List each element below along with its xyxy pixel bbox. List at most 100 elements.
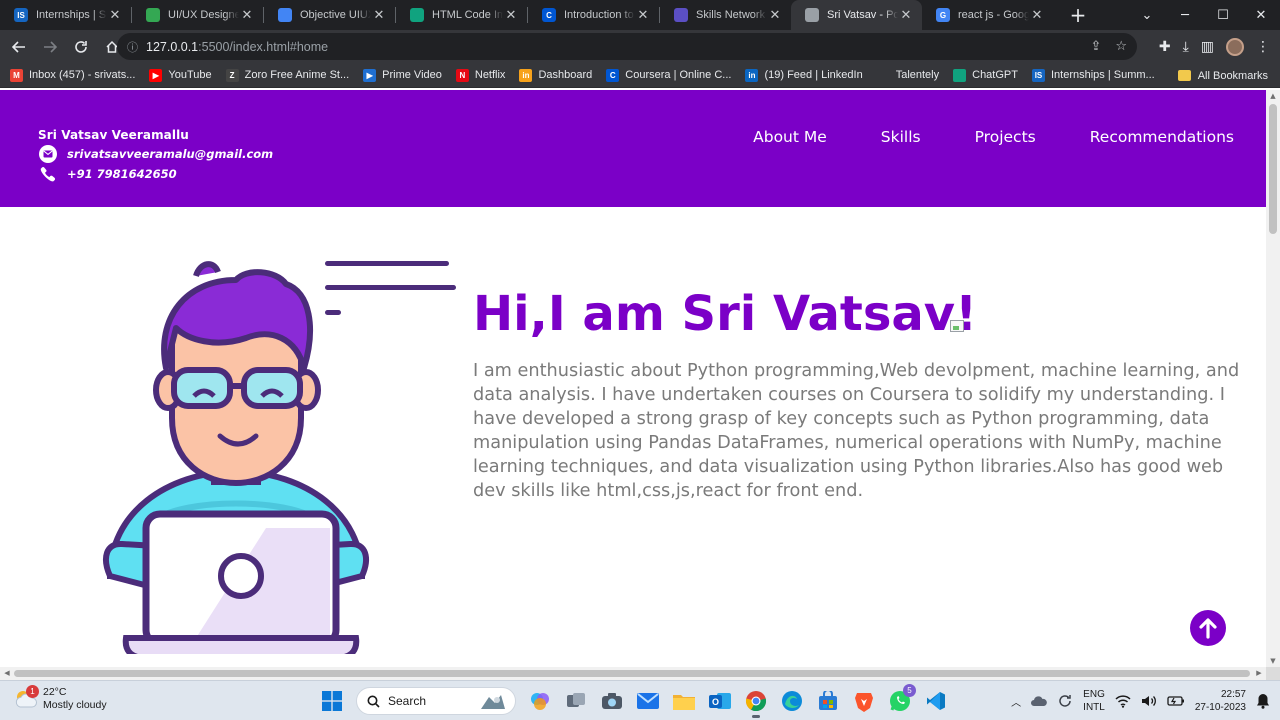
- windows-start-icon[interactable]: [318, 687, 346, 715]
- bookmark-label: Internships | Summ...: [1050, 69, 1155, 81]
- tab-close-icon[interactable]: ✕: [898, 7, 914, 23]
- weather-desc: Mostly cloudy: [43, 699, 107, 711]
- edge-icon[interactable]: [778, 687, 806, 715]
- bookmark-item[interactable]: Talentely: [876, 68, 939, 82]
- extensions-icon[interactable]: ✚: [1159, 39, 1171, 55]
- tab-search-icon[interactable]: ⌄: [1128, 0, 1166, 30]
- forward-button[interactable]: [37, 34, 63, 60]
- outlook-icon[interactable]: O: [706, 687, 734, 715]
- scroll-up-arrow[interactable]: ▲: [1266, 90, 1280, 102]
- tab-close-icon[interactable]: ✕: [767, 7, 783, 23]
- browser-tab[interactable]: Skills Network Ed✕: [660, 0, 791, 30]
- whatsapp-badge: 5: [903, 684, 916, 697]
- whatsapp-icon[interactable]: 5: [886, 684, 916, 715]
- browser-tab[interactable]: IS Internships | Sum✕: [0, 0, 131, 30]
- phone-number[interactable]: +91 7981642650: [67, 167, 177, 181]
- nav-skills[interactable]: Skills: [881, 128, 921, 146]
- url-host: 127.0.0.1: [146, 39, 199, 54]
- task-view-icon[interactable]: [562, 687, 590, 715]
- onedrive-cloud-icon[interactable]: [1031, 696, 1048, 706]
- email-link[interactable]: srivatsavveeramalu@gmail.com: [67, 147, 273, 161]
- windows-taskbar: 1 22°C Mostly cloudy Search O 5 ︿ ENG IN…: [0, 680, 1280, 720]
- copilot-icon[interactable]: [526, 687, 554, 715]
- browser-tab[interactable]: UI/UX Designer T✕: [132, 0, 263, 30]
- sync-icon[interactable]: [1057, 693, 1073, 709]
- profile-avatar[interactable]: [1226, 37, 1244, 56]
- hero-title: Hi,I am Sri Vatsav!: [473, 286, 977, 342]
- site-info-icon[interactable]: ⓘ: [127, 39, 138, 55]
- scroll-right-arrow[interactable]: ▶: [1252, 667, 1266, 680]
- search-icon: [367, 695, 380, 708]
- tab-close-icon[interactable]: ✕: [503, 7, 519, 23]
- bookmark-item[interactable]: M Inbox (457) - srivats...: [10, 68, 135, 82]
- scroll-down-arrow[interactable]: ▼: [1266, 655, 1280, 667]
- window-controls: ⌄ ─ ☐ ✕: [1128, 0, 1280, 30]
- system-clock[interactable]: 22:57 27-10-2023: [1195, 688, 1246, 714]
- browser-tab[interactable]: HTML Code Imp✕: [396, 0, 527, 30]
- horizontal-scrollbar[interactable]: ◀ ▶: [0, 667, 1266, 680]
- bookmark-item[interactable]: Z Zoro Free Anime St...: [225, 68, 349, 82]
- bookmark-star-icon[interactable]: ☆: [1115, 39, 1127, 54]
- scroll-to-top-button[interactable]: [1190, 610, 1226, 646]
- wifi-icon[interactable]: [1115, 694, 1131, 708]
- mail-app-icon[interactable]: [634, 687, 662, 715]
- tab-close-icon[interactable]: ✕: [1029, 7, 1045, 23]
- share-icon[interactable]: ⇪: [1090, 39, 1101, 54]
- nav-recommendations[interactable]: Recommendations: [1090, 128, 1234, 146]
- language-indicator[interactable]: ENG INTL: [1083, 688, 1105, 714]
- side-panel-icon[interactable]: ▥: [1201, 39, 1214, 55]
- browser-tab[interactable]: C Introduction to W✕: [528, 0, 659, 30]
- chrome-icon[interactable]: [742, 687, 770, 718]
- tab-close-icon[interactable]: ✕: [371, 7, 387, 23]
- browser-tab[interactable]: Objective UIUX D✕: [264, 0, 395, 30]
- camera-app-icon[interactable]: [598, 687, 626, 715]
- back-button[interactable]: [6, 34, 32, 60]
- brave-icon[interactable]: [850, 687, 878, 715]
- downloads-icon[interactable]: ⤓: [1183, 39, 1189, 55]
- vscode-icon[interactable]: [922, 687, 950, 715]
- tab-close-icon[interactable]: ✕: [107, 7, 123, 23]
- bookmark-item[interactable]: ▶ YouTube: [149, 68, 212, 82]
- tab-close-icon[interactable]: ✕: [239, 7, 255, 23]
- tab-favicon-icon: [410, 8, 424, 22]
- notification-bell-icon[interactable]: [1256, 693, 1270, 709]
- browser-tab[interactable]: Greact js - Google✕: [922, 0, 1053, 30]
- bookmark-favicon-icon: ▶: [363, 68, 377, 82]
- arrow-up-icon: [1199, 618, 1217, 639]
- store-icon[interactable]: [814, 687, 842, 715]
- close-window-button[interactable]: ✕: [1242, 0, 1280, 30]
- bookmark-item[interactable]: in Dashboard: [519, 68, 592, 82]
- owner-name: Sri Vatsav Veeramallu: [38, 128, 189, 142]
- tab-title: Sri Vatsav - Portf: [827, 9, 898, 21]
- bookmark-item[interactable]: ChatGPT: [953, 68, 1018, 82]
- bookmark-item[interactable]: in (19) Feed | LinkedIn: [745, 68, 863, 82]
- bookmark-item[interactable]: N Netflix: [455, 68, 505, 82]
- all-bookmarks-button[interactable]: All Bookmarks: [1177, 63, 1268, 88]
- menu-kebab-icon[interactable]: ⋮: [1256, 39, 1270, 55]
- volume-icon[interactable]: [1141, 694, 1157, 708]
- file-explorer-icon[interactable]: [670, 687, 698, 715]
- minimize-button[interactable]: ─: [1166, 0, 1204, 30]
- contact-block: Sri Vatsav Veeramallu srivatsavveeramalu…: [38, 128, 273, 182]
- tab-favicon-icon: IS: [14, 8, 28, 22]
- vertical-scroll-thumb[interactable]: [1269, 104, 1277, 234]
- reload-button[interactable]: [68, 34, 94, 60]
- taskbar-search[interactable]: Search: [356, 687, 516, 715]
- hero-description: I am enthusiastic about Python programmi…: [473, 361, 1240, 501]
- vertical-scrollbar[interactable]: ▲ ▼: [1266, 90, 1280, 667]
- chevron-up-icon[interactable]: ︿: [1011, 694, 1021, 709]
- nav-about-me[interactable]: About Me: [753, 128, 827, 146]
- battery-icon[interactable]: [1167, 695, 1185, 707]
- bookmark-item[interactable]: ▶ Prime Video: [363, 68, 442, 82]
- scroll-left-arrow[interactable]: ◀: [0, 667, 14, 680]
- weather-widget[interactable]: 1 22°C Mostly cloudy: [14, 685, 107, 712]
- maximize-button[interactable]: ☐: [1204, 0, 1242, 30]
- bookmark-item[interactable]: C Coursera | Online C...: [606, 68, 731, 82]
- tab-close-icon[interactable]: ✕: [635, 7, 651, 23]
- horizontal-scroll-thumb[interactable]: [14, 670, 1250, 677]
- address-bar[interactable]: ⓘ 127.0.0.1:5500/index.html#home ⇪ ☆: [117, 33, 1137, 60]
- browser-tab[interactable]: Sri Vatsav - Portf✕: [791, 0, 922, 30]
- bookmark-item[interactable]: IS Internships | Summ...: [1031, 68, 1155, 82]
- new-tab-button[interactable]: +: [1063, 0, 1093, 30]
- nav-projects[interactable]: Projects: [975, 128, 1036, 146]
